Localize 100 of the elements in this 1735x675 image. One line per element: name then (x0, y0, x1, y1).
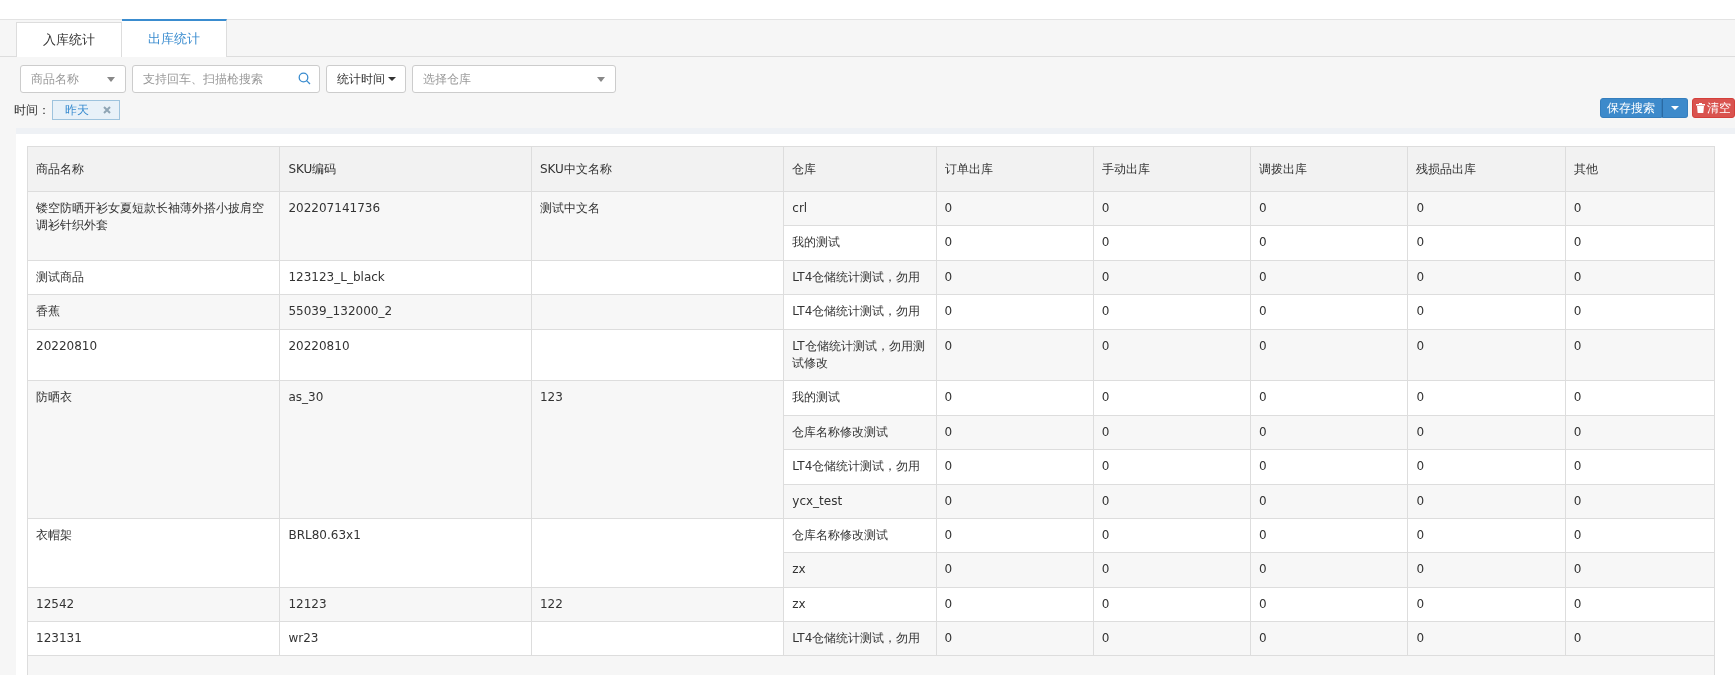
quantity-cell: 0 (1565, 191, 1715, 226)
sku-code-cell: 202207141736 (279, 191, 532, 261)
quantity-cell: 0 (1093, 552, 1251, 588)
quantity-cell: 0 (936, 621, 1094, 656)
sku-code-cell: 12123 (279, 587, 532, 622)
quantity-cell: 0 (1565, 415, 1715, 450)
product-name-cell: 防晒衣 (27, 380, 280, 519)
quantity-cell: 0 (1250, 449, 1408, 484)
quantity-cell: 0 (1407, 260, 1566, 295)
quantity-cell: 0 (936, 449, 1094, 484)
quantity-cell: 0 (936, 380, 1094, 416)
quantity-cell: 0 (1093, 191, 1251, 226)
sku-chinese-name-cell: 测试中文名 (531, 191, 784, 261)
product-name-cell: 123131 (27, 621, 280, 656)
quantity-cell: 0 (936, 484, 1094, 519)
quantity-cell: 0 (1093, 587, 1251, 622)
quantity-cell: 0 (1565, 484, 1715, 519)
warehouse-cell: LT4仓储统计测试，勿用 (783, 260, 937, 295)
quantity-cell: 0 (1565, 449, 1715, 484)
quantity-cell: 0 (1565, 621, 1715, 656)
quantity-cell: 0 (1093, 225, 1251, 261)
quantity-cell: 0 (1093, 621, 1251, 656)
product-name-select[interactable]: 商品名称 (20, 65, 126, 93)
quantity-cell: 0 (936, 415, 1094, 450)
quantity-cell: 0 (1093, 329, 1251, 381)
sku-code-cell: 20220810 (279, 329, 532, 381)
warehouse-cell: 我的测试 (783, 225, 937, 261)
warehouse-cell: LT4仓储统计测试，勿用 (783, 294, 937, 330)
clear-button[interactable]: 清空 (1692, 98, 1735, 118)
save-search-button[interactable]: 保存搜索 (1600, 98, 1662, 118)
quantity-cell: 0 (1093, 518, 1251, 553)
quantity-cell: 0 (1407, 329, 1566, 381)
quantity-cell: 0 (1407, 415, 1566, 450)
quantity-cell: 0 (1565, 587, 1715, 622)
quantity-cell: 0 (1250, 191, 1408, 226)
warehouse-cell: ycx_test (783, 484, 937, 519)
warehouse-cell: LT4仓储统计测试，勿用 (783, 621, 937, 656)
quantity-cell: 0 (1407, 621, 1566, 656)
product-name-cell: 镂空防晒开衫女夏短款长袖薄外搭小披肩空调衫针织外套 (27, 191, 280, 261)
quantity-cell: 0 (1250, 518, 1408, 553)
column-header: SKU编码 (279, 146, 532, 192)
caret-icon (597, 76, 605, 82)
column-header: 订单出库 (936, 146, 1094, 192)
column-header: 商品名称 (27, 146, 280, 192)
quantity-cell: 0 (1407, 294, 1566, 330)
quantity-cell: 0 (1250, 329, 1408, 381)
quantity-cell: 0 (1250, 225, 1408, 261)
quantity-cell: 0 (1407, 225, 1566, 261)
sku-code-cell: wr23 (279, 621, 532, 656)
warehouse-cell: zx (783, 587, 937, 622)
warehouse-cell: 仓库名称修改测试 (783, 518, 937, 553)
quantity-cell: 0 (1407, 449, 1566, 484)
tag-text: 昨天 (65, 101, 89, 119)
warehouse-cell: 我的测试 (783, 380, 937, 416)
column-header: SKU中文名称 (531, 146, 784, 192)
column-header: 残损品出库 (1407, 146, 1566, 192)
quantity-cell: 0 (1407, 484, 1566, 519)
warehouse-cell: crl (783, 191, 937, 226)
tab[interactable]: 入库统计 (16, 22, 122, 57)
quantity-cell: 0 (1093, 380, 1251, 416)
sku-code-cell: as_30 (279, 380, 532, 519)
quantity-cell: 0 (1250, 415, 1408, 450)
warehouse-select[interactable]: 选择仓库 (412, 65, 616, 93)
warehouse-cell: LT仓储统计测试，勿用测试修改 (783, 329, 937, 381)
statistics-time-button[interactable]: 统计时间 (326, 65, 406, 93)
quantity-cell: 0 (1093, 484, 1251, 519)
column-header: 手动出库 (1093, 146, 1251, 192)
quantity-cell: 0 (1093, 260, 1251, 295)
quantity-cell: 0 (1093, 415, 1251, 450)
quantity-cell: 0 (1407, 587, 1566, 622)
quantity-cell: 0 (936, 329, 1094, 381)
trash-icon (1696, 103, 1705, 113)
quantity-cell: 0 (1565, 552, 1715, 588)
quantity-cell: 0 (1407, 380, 1566, 416)
column-header: 其他 (1565, 146, 1715, 192)
product-name-cell: 12542 (27, 587, 280, 622)
product-name-cell: 香蕉 (27, 294, 280, 330)
quantity-cell: 0 (1250, 260, 1408, 295)
quantity-cell: 0 (1565, 518, 1715, 553)
search-icon (298, 72, 311, 85)
sku-code-cell: 55039_132000_2 (279, 294, 532, 330)
time-label: 时间： (14, 101, 50, 119)
quantity-cell: 0 (936, 518, 1094, 553)
product-name-cell: 衣帽架 (27, 518, 280, 588)
warehouse-cell: zx (783, 552, 937, 588)
product-name-cell: 测试商品 (27, 260, 280, 295)
sku-code-cell: 123123_L_black (279, 260, 532, 295)
tab[interactable]: 出库统计 (122, 19, 227, 57)
quantity-cell: 0 (1565, 380, 1715, 416)
quantity-cell: 0 (1407, 191, 1566, 226)
quantity-cell: 0 (936, 191, 1094, 226)
quantity-cell: 0 (1407, 518, 1566, 553)
quantity-cell: 0 (1565, 294, 1715, 330)
dropdown-button[interactable] (1662, 98, 1688, 118)
quantity-cell: 0 (1093, 449, 1251, 484)
quantity-cell: 0 (1250, 294, 1408, 330)
column-header: 调拨出库 (1250, 146, 1408, 192)
warehouse-cell: LT4仓储统计测试，勿用 (783, 449, 937, 484)
search-field[interactable]: 支持回车、扫描枪搜索 (132, 65, 320, 93)
quantity-cell: 0 (1565, 329, 1715, 381)
